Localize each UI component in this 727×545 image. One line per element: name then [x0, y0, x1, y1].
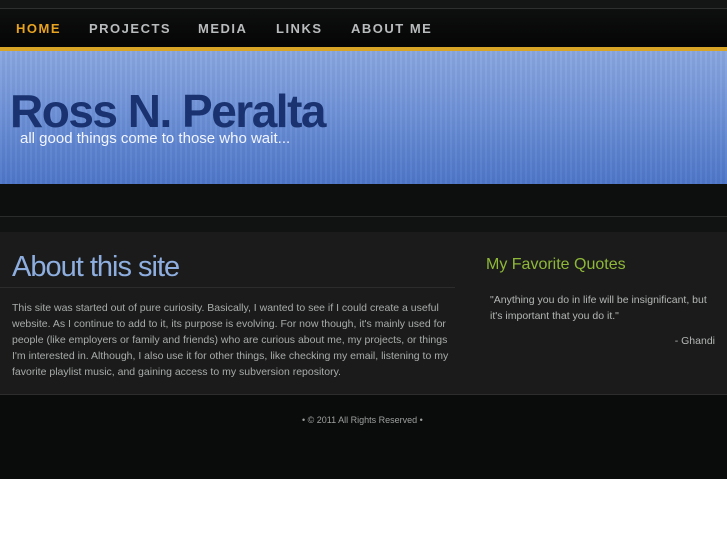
- quote-author: - Ghandi: [674, 335, 715, 347]
- top-strip: [0, 0, 727, 9]
- header-banner: Ross N. Peralta all good things come to …: [0, 51, 727, 184]
- footer: • © 2011 All Rights Reserved •: [0, 395, 727, 479]
- nav-media[interactable]: MEDIA: [198, 21, 247, 36]
- nav-about-me[interactable]: ABOUT ME: [351, 21, 432, 36]
- dark-band: [0, 184, 727, 216]
- site-container: HOME PROJECTS MEDIA LINKS ABOUT ME Ross …: [0, 0, 727, 479]
- dark-band-lower: [0, 217, 727, 232]
- about-body-text: This site was started out of pure curios…: [12, 302, 449, 378]
- quote-text: "Anything you do in life will be insigni…: [490, 294, 707, 322]
- nav-links[interactable]: LINKS: [276, 21, 323, 36]
- about-heading: About this site: [12, 251, 180, 283]
- copyright-text: • © 2011 All Rights Reserved •: [302, 415, 423, 425]
- nav-home[interactable]: HOME: [16, 21, 61, 36]
- site-tagline: all good things come to those who wait..…: [20, 130, 291, 147]
- main-nav: HOME PROJECTS MEDIA LINKS ABOUT ME: [0, 9, 727, 47]
- quotes-heading: My Favorite Quotes: [486, 256, 626, 273]
- content-area: About this site This site was started ou…: [0, 232, 727, 394]
- nav-projects[interactable]: PROJECTS: [89, 21, 171, 36]
- about-divider: [0, 287, 455, 288]
